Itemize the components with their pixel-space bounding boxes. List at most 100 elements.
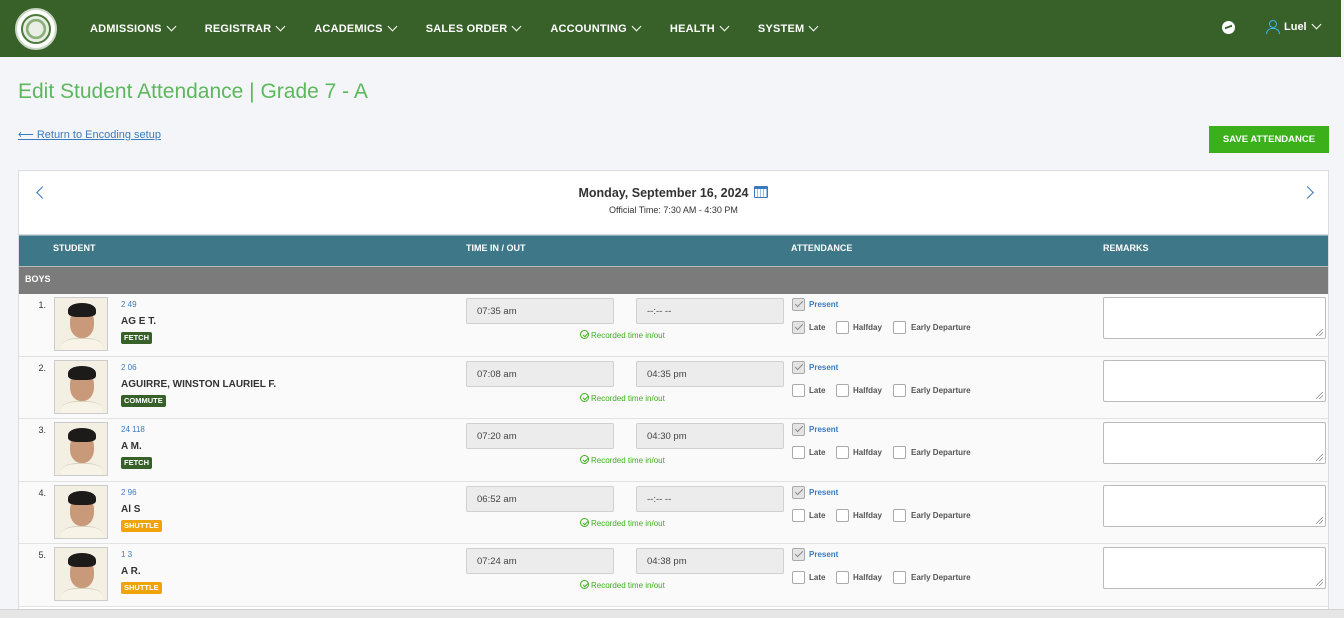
halfday-label: Halfday	[853, 510, 882, 520]
horizontal-scrollbar[interactable]	[0, 609, 1344, 618]
nav-academics[interactable]: ACADEMICS	[314, 21, 398, 35]
time-in-field[interactable]: 07:35 am	[466, 298, 614, 324]
time-in-field[interactable]: 07:20 am	[466, 423, 614, 449]
date-navigator: Monday, September 16, 2024 Official Time…	[19, 171, 1328, 235]
table-row: 3. 24 118 A M. FETCH 07:20 am 04:30 pm Recorde…	[19, 419, 1328, 482]
time-in-field[interactable]: 07:08 am	[466, 360, 614, 387]
early-departure-checkbox[interactable]	[893, 508, 906, 522]
student-id[interactable]: 24 118	[121, 425, 145, 434]
present-checkbox[interactable]	[792, 485, 805, 499]
present-label: Present	[809, 550, 839, 559]
header-student: STUDENT	[53, 243, 96, 253]
resize-grip-icon[interactable]	[1316, 454, 1323, 461]
early-departure-checkbox[interactable]	[893, 446, 906, 459]
student-name: A R.	[121, 566, 141, 577]
nav-registrar[interactable]: REGISTRAR	[205, 21, 286, 35]
nav-system[interactable]: SYSTEM	[758, 21, 819, 35]
student-photo	[54, 359, 108, 414]
halfday-label: Halfday	[853, 385, 882, 395]
present-checkbox[interactable]	[792, 298, 805, 311]
early-departure-label: Early Departure	[911, 448, 971, 457]
student-id[interactable]: 1 3	[121, 550, 132, 559]
remarks-field[interactable]	[1103, 547, 1326, 589]
late-checkbox[interactable]	[792, 508, 805, 522]
late-checkbox[interactable]	[792, 571, 805, 584]
time-in-field[interactable]: 07:24 am	[466, 548, 614, 574]
late-label: Late	[809, 573, 826, 582]
student-name: AG E T.	[121, 316, 157, 327]
student-id[interactable]: 2 06	[121, 363, 137, 372]
early-departure-label: Early Departure	[911, 323, 971, 332]
late-label: Late	[809, 448, 826, 457]
save-attendance-button[interactable]: SAVE ATTENDANCE	[1209, 126, 1329, 153]
present-checkbox[interactable]	[792, 360, 805, 374]
recorded-status: Recorded time in/out	[580, 330, 665, 340]
user-icon	[1266, 20, 1280, 34]
transport-badge: SHUTTLE	[121, 582, 162, 594]
row-number: 1.	[38, 300, 46, 310]
student-name: A M.	[121, 441, 142, 452]
nav-sales-order[interactable]: SALES ORDER	[426, 21, 522, 35]
student-photo	[54, 297, 108, 351]
transport-badge: FETCH	[121, 457, 152, 469]
halfday-label: Halfday	[853, 573, 882, 582]
student-name: Al S	[121, 503, 141, 515]
nav-accounting[interactable]: ACCOUNTING	[550, 21, 642, 35]
halfday-checkbox[interactable]	[836, 508, 849, 522]
early-departure-label: Early Departure	[911, 573, 971, 582]
chevron-down-icon	[166, 21, 177, 31]
page-title: Edit Student Attendance | Grade 7 - A	[18, 80, 368, 103]
school-logo[interactable]	[15, 8, 57, 50]
chevron-down-icon	[275, 21, 286, 31]
resize-grip-icon[interactable]	[1316, 579, 1323, 586]
remarks-field[interactable]	[1103, 359, 1326, 402]
time-out-field[interactable]: 04:30 pm	[636, 423, 784, 449]
chevron-down-icon	[719, 21, 730, 31]
present-checkbox[interactable]	[792, 423, 805, 436]
halfday-checkbox[interactable]	[836, 571, 849, 584]
early-departure-checkbox[interactable]	[893, 383, 906, 397]
time-out-field[interactable]: --:-- --	[636, 485, 784, 512]
time-out-field[interactable]: 04:35 pm	[636, 360, 784, 387]
late-checkbox[interactable]	[792, 321, 805, 334]
remarks-field[interactable]	[1103, 422, 1326, 464]
present-checkbox[interactable]	[792, 548, 805, 561]
user-name: Luel	[1284, 20, 1307, 33]
resize-grip-icon[interactable]	[1316, 516, 1323, 524]
user-menu[interactable]: Luel	[1266, 19, 1322, 34]
calendar-icon[interactable]	[754, 186, 769, 198]
recorded-status: Recorded time in/out	[580, 580, 665, 590]
late-checkbox[interactable]	[792, 383, 805, 397]
table-row: 4. 2 96 Al S SHUTTLE 06:52 am --:-- -- Recorde…	[19, 481, 1328, 544]
transport-badge: COMMUTE	[121, 394, 166, 407]
late-label: Late	[809, 510, 826, 520]
chevron-down-icon	[387, 21, 398, 31]
attendance-card: Monday, September 16, 2024 Official Time…	[18, 170, 1329, 610]
early-departure-checkbox[interactable]	[893, 571, 906, 584]
messenger-icon[interactable]	[1222, 21, 1235, 34]
table-row: 2. 2 06 AGUIRRE, WINSTON LAURIEL F. COMMUTE…	[19, 356, 1328, 419]
late-checkbox[interactable]	[792, 446, 805, 459]
nav-admissions[interactable]: ADMISSIONS	[90, 21, 177, 35]
time-in-field[interactable]: 06:52 am	[466, 485, 614, 512]
time-out-field[interactable]: --:-- --	[636, 298, 784, 324]
student-id[interactable]: 2 96	[121, 488, 137, 497]
resize-grip-icon[interactable]	[1316, 329, 1323, 336]
chevron-down-icon	[1311, 19, 1322, 29]
remarks-field[interactable]	[1103, 484, 1326, 527]
nav-health[interactable]: HEALTH	[670, 21, 730, 35]
halfday-checkbox[interactable]	[836, 321, 849, 334]
resize-grip-icon[interactable]	[1316, 391, 1323, 399]
time-out-field[interactable]: 04:38 pm	[636, 548, 784, 574]
early-departure-checkbox[interactable]	[893, 321, 906, 334]
remarks-field[interactable]	[1103, 297, 1326, 339]
attendance-rows: 1. 2 49 AG E T. FETCH 07:35 am --:-- -- Record…	[19, 294, 1328, 607]
check-circle-icon	[580, 392, 589, 402]
return-link[interactable]: ⟵ Return to Encoding setup	[18, 128, 161, 141]
group-boys: BOYS	[19, 266, 1328, 294]
student-id[interactable]: 2 49	[121, 300, 137, 309]
halfday-label: Halfday	[853, 448, 882, 457]
halfday-checkbox[interactable]	[836, 446, 849, 459]
main-menu: ADMISSIONS REGISTRAR ACADEMICS SALES ORD…	[90, 0, 847, 57]
halfday-checkbox[interactable]	[836, 383, 849, 397]
